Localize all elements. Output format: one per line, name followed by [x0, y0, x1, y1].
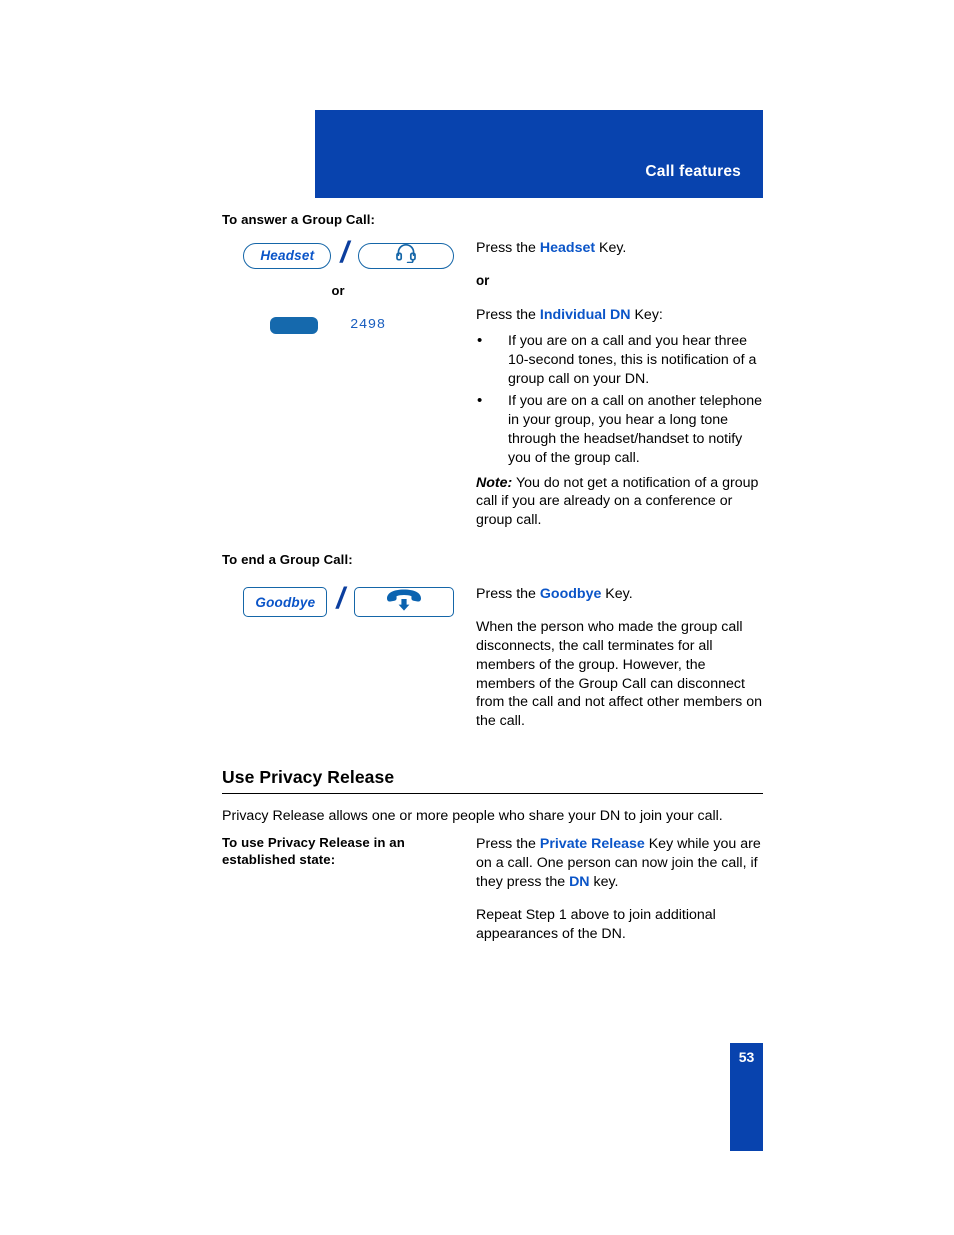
step-row-privacy-release: To use Privacy Release in an established…: [222, 835, 763, 943]
procedure-label-answer-group-call: To answer a Group Call:: [222, 212, 376, 227]
individual-dn-key[interactable]: [270, 316, 318, 334]
handset-down-arrow-icon: [382, 588, 426, 617]
privacy-label-bold: To use Privacy Release: [222, 835, 370, 851]
goodbye-key-label: Goodbye: [255, 594, 316, 610]
privacy-release-intro: Privacy Release allows one or more peopl…: [222, 808, 723, 825]
headset-key-label: Headset: [260, 248, 315, 264]
page-header-band: Call features: [315, 110, 763, 198]
procedure-label-privacy-release: To use Privacy Release in an established…: [222, 835, 475, 869]
section-heading-privacy-release: Use Privacy Release: [222, 767, 763, 795]
instruction-or: or: [476, 272, 490, 288]
headset-icon-key[interactable]: [357, 242, 454, 269]
press-headset-suffix: Key.: [595, 239, 627, 256]
end-group-call-description: When the person who made the group call …: [476, 618, 763, 730]
press-goodbye-prefix: Press the: [476, 586, 540, 603]
headset-icon: [395, 243, 417, 268]
note-lead-label: Note:: [476, 474, 513, 491]
step-row-end-group-call: Goodbye / Press the Goodbye Key. When th…: [222, 582, 763, 731]
key-separator-slash: /: [336, 582, 345, 616]
procedure-label-end-group-call: To end a Group Call:: [222, 552, 353, 568]
press-goodbye-suffix: Key.: [601, 586, 633, 603]
instructions-column-answer: Press the Headset Key. or Press the Indi…: [475, 239, 763, 530]
list-item: If you are on a call and you hear three …: [476, 331, 763, 389]
privacy-label-rest: in an: [369, 835, 405, 851]
key-or-divider: or: [331, 282, 345, 298]
headset-key-group: Headset /: [222, 235, 475, 273]
instructions-column-privacy-release: Press the Private Release Key while you …: [475, 835, 763, 943]
page-content: To answer a Group Call: Headset / or 249…: [222, 212, 763, 943]
dn-notification-bullet-list: If you are on a call and you hear three …: [476, 331, 763, 468]
label-column-privacy-release: To use Privacy Release in an established…: [222, 835, 475, 869]
page-number: 53: [738, 1049, 755, 1065]
page-header-title: Call features: [645, 163, 741, 180]
dn-key-number: 2498: [350, 317, 386, 334]
page-number-tab: 53: [730, 1043, 763, 1151]
privacy-label-line2: established state:: [222, 852, 336, 867]
instructions-column-end: Press the Goodbye Key. When the person w…: [475, 585, 763, 731]
instruction-press-private-release: Press the Private Release Key while you …: [476, 835, 763, 892]
instruction-press-goodbye: Press the Goodbye Key.: [476, 585, 763, 604]
instruction-press-individual-dn: Press the Individual DN Key:: [476, 306, 763, 325]
note-text: You do not get a notification of a group…: [476, 474, 759, 529]
goodbye-icon-key[interactable]: [353, 587, 454, 618]
goodbye-key-group: Goodbye /: [222, 582, 475, 619]
press-headset-prefix: Press the: [476, 239, 540, 256]
step-row-answer-group-call: Headset / or 2498 Press the Headset Key.…: [222, 235, 763, 530]
press-dn-prefix: Press the: [476, 306, 540, 323]
key-graphics-column-end: Goodbye /: [222, 582, 475, 619]
individual-dn-key-row: 2498: [222, 316, 475, 334]
private-release-part1: Press the: [476, 836, 540, 853]
key-separator-slash: /: [340, 235, 349, 269]
headset-text-key[interactable]: Headset: [243, 242, 332, 269]
press-dn-accent: Individual DN: [539, 306, 631, 323]
goodbye-text-key[interactable]: Goodbye: [243, 587, 328, 618]
private-release-accent: Private Release: [539, 836, 645, 853]
key-graphics-column-answer: Headset / or 2498: [222, 235, 475, 334]
note-paragraph: Note: You do not get a notification of a…: [476, 474, 763, 531]
instruction-repeat-step: Repeat Step 1 above to join additional a…: [476, 906, 716, 942]
press-dn-suffix: Key:: [630, 306, 663, 323]
dn-accent: DN: [569, 873, 590, 890]
press-goodbye-accent: Goodbye: [539, 586, 602, 603]
list-item: If you are on a call on another telephon…: [476, 391, 763, 468]
press-headset-accent: Headset: [539, 239, 596, 256]
instruction-press-headset: Press the Headset Key.: [476, 239, 763, 258]
private-release-part3: key.: [589, 873, 619, 890]
